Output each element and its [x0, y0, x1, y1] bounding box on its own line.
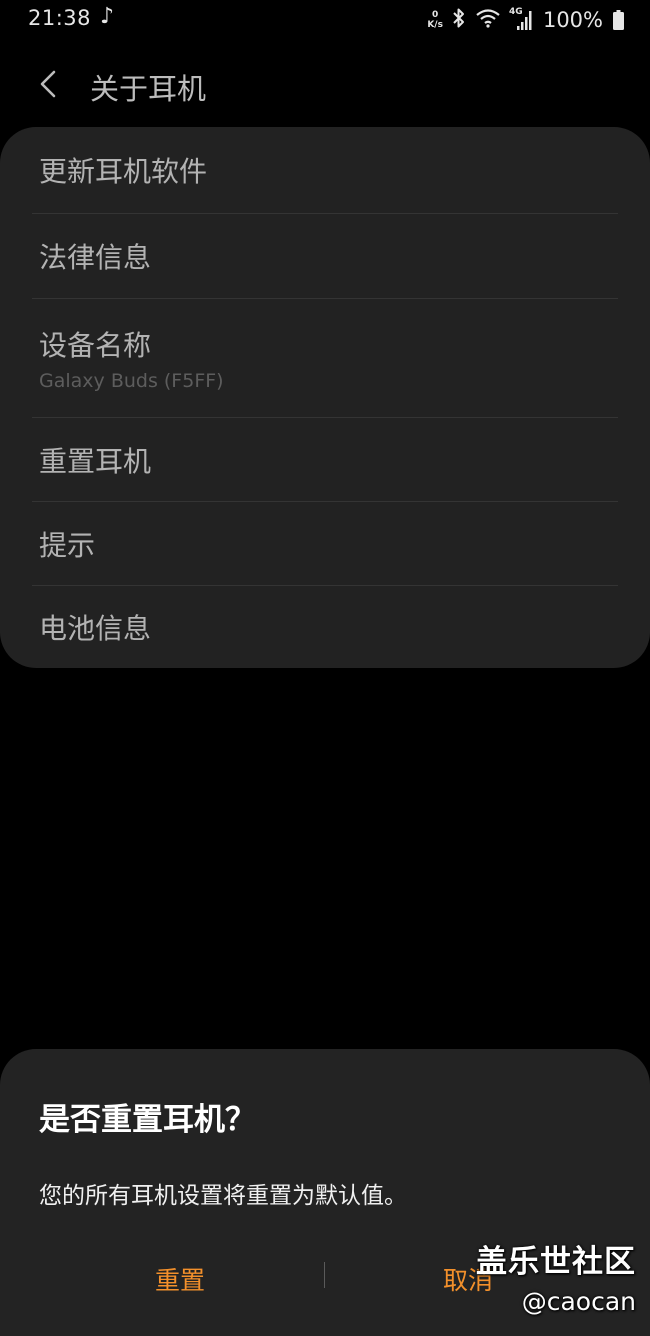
- settings-item-tips[interactable]: 提示: [32, 502, 618, 586]
- battery-icon: [613, 10, 624, 30]
- settings-item-label: 重置耳机: [39, 444, 152, 478]
- settings-item-label: 更新耳机软件: [39, 155, 208, 188]
- settings-item-device-name[interactable]: 设备名称 Galaxy Buds (F5FF): [32, 299, 618, 418]
- watermark-title: 盖乐世社区: [476, 1244, 636, 1280]
- bluetooth-icon: [451, 7, 467, 33]
- page-title: 关于耳机: [90, 72, 207, 106]
- settings-item-update-software[interactable]: 更新耳机软件: [32, 127, 618, 214]
- settings-item-legal-info[interactable]: 法律信息: [32, 214, 618, 299]
- back-button[interactable]: [30, 64, 66, 104]
- wifi-icon: [475, 7, 501, 33]
- status-time: 21:38: [28, 6, 92, 30]
- music-note-icon: ♪: [100, 4, 115, 29]
- net-speed-indicator: 0 K/s: [427, 10, 443, 30]
- settings-item-reset-earbuds[interactable]: 重置耳机: [32, 418, 618, 502]
- battery-percentage: 100%: [542, 8, 603, 32]
- device-name-value: Galaxy Buds (F5FF): [39, 370, 224, 392]
- settings-item-label: 设备名称: [39, 329, 152, 362]
- status-bar: 21:38 ♪ 0 K/s 4G 100%: [0, 0, 650, 40]
- net-speed-unit: K/s: [427, 20, 443, 30]
- settings-item-label: 电池信息: [39, 612, 152, 645]
- chevron-left-icon: [40, 70, 56, 98]
- settings-list: 更新耳机软件 法律信息 设备名称 Galaxy Buds (F5FF) 重置耳机…: [0, 127, 650, 668]
- settings-item-battery-info[interactable]: 电池信息: [32, 586, 618, 668]
- dialog-title: 是否重置耳机？: [39, 1102, 256, 1138]
- cellular-signal-icon: 4G: [509, 7, 533, 32]
- reset-button[interactable]: 重置: [50, 1254, 310, 1304]
- app-header: 关于耳机: [0, 58, 650, 112]
- net-speed-value: 0: [432, 10, 439, 20]
- settings-item-label: 提示: [39, 528, 96, 562]
- dialog-button-divider: [324, 1262, 325, 1288]
- status-icons: 0 K/s 4G 100%: [427, 6, 624, 34]
- settings-item-label: 法律信息: [39, 241, 152, 274]
- watermark: 盖乐世社区 @caocan: [476, 1236, 636, 1316]
- dialog-message: 您的所有耳机设置将重置为默认值。: [39, 1183, 407, 1209]
- watermark-handle: @caocan: [521, 1287, 636, 1316]
